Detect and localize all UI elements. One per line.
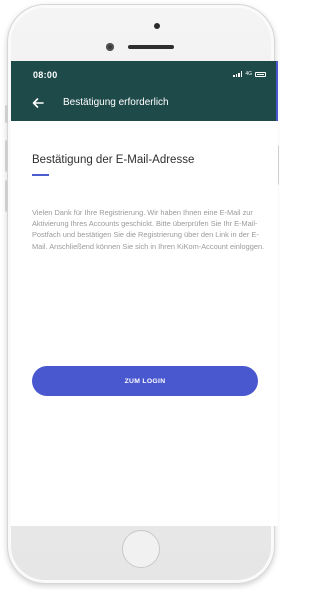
volume-up-button [5,140,8,172]
signal-icon [233,71,243,77]
arrow-left-icon[interactable] [31,96,45,110]
status-indicators: 4G [233,71,266,77]
volume-down-button [5,180,8,212]
title-underline [32,174,49,176]
status-time: 08:00 [33,70,58,80]
login-button[interactable]: ZUM LOGIN [32,366,258,396]
app-bar: 08:00 4G Bestätigung erforderlich [11,61,278,121]
front-camera [106,43,114,51]
mute-switch [5,105,8,123]
network-type: 4G [245,71,252,77]
nav-row: Bestätigung erforderlich [11,90,278,116]
appbar-title: Bestätigung erforderlich [63,97,169,108]
home-button[interactable] [122,530,160,568]
proximity-sensor [154,23,160,29]
page-title: Bestätigung der E-Mail-Adresse [32,154,195,166]
battery-icon [255,71,266,77]
confirmation-message: Vielen Dank für Ihre Registrierung. Wir … [32,208,265,251]
screen: 08:00 4G Bestätigung erforderlich Bestät… [11,61,278,526]
status-bar: 08:00 4G [11,61,278,87]
earpiece-speaker [128,45,174,49]
